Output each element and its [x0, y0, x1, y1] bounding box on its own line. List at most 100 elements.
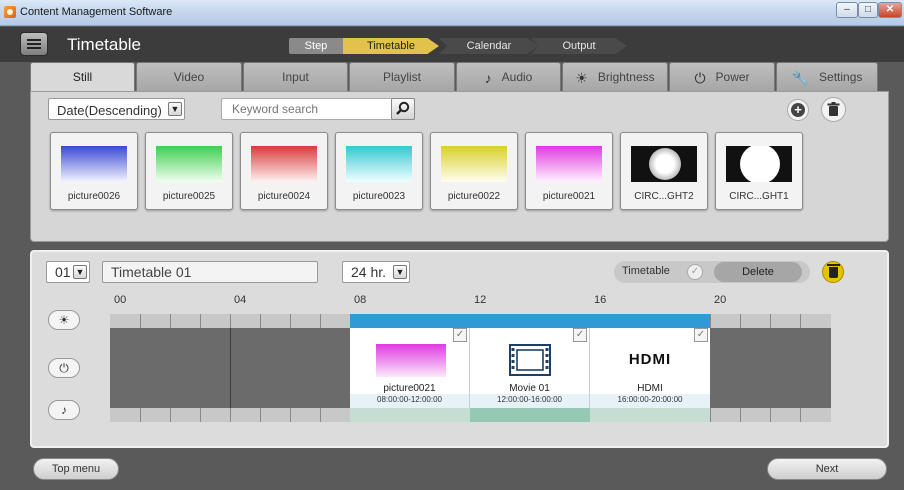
window-title-bar: Content Management Software – □ ✕	[0, 0, 904, 26]
block-name: HDMI	[637, 383, 663, 394]
ruler-tick	[170, 408, 171, 422]
hour-label: 04	[234, 294, 247, 306]
ruler-tick	[800, 314, 801, 328]
hour-label: 00	[114, 294, 127, 306]
tab-input[interactable]: Input	[243, 62, 348, 91]
thumbnail-item[interactable]: CIRC...GHT2	[620, 132, 708, 210]
timetable-toggle-label: Timetable	[622, 265, 670, 277]
brightness-row-button[interactable]: ☀	[48, 310, 80, 330]
top-menu-button[interactable]: Top menu	[33, 458, 119, 480]
tab-still[interactable]: Still	[30, 62, 135, 93]
thumbnail-image	[441, 146, 507, 182]
trash-icon[interactable]	[822, 261, 844, 283]
tab-brightness[interactable]: ☀ Brightness	[562, 62, 668, 91]
thumbnail-image	[726, 146, 792, 182]
thumbnail-caption: picture0026	[67, 191, 121, 202]
search-icon	[396, 101, 410, 115]
thumbnail-item[interactable]: CIRC...GHT1	[715, 132, 803, 210]
trash-icon	[827, 102, 840, 116]
ruler-tick	[200, 314, 201, 328]
thumbnail-caption: picture0021	[542, 191, 596, 202]
block-time: 12:00:00-16:00:00	[470, 394, 589, 408]
search-box	[221, 98, 415, 120]
delete-content-button[interactable]	[821, 97, 846, 122]
hour-label: 08	[354, 294, 367, 306]
ruler-tick	[320, 408, 321, 422]
schedule-block[interactable]: ✓ HDMI HDMI 16:00:00-20:00:00	[590, 328, 710, 408]
window-title: Content Management Software	[20, 6, 173, 18]
search-button[interactable]	[391, 98, 415, 120]
delete-button[interactable]: Delete	[714, 262, 802, 282]
schedule-block[interactable]: ✓ Movie 01 12:00:00-16:00:00	[470, 328, 590, 408]
thumbnail-item[interactable]: picture0024	[240, 132, 328, 210]
block-thumbnail	[376, 344, 446, 377]
step-label: Step	[289, 38, 343, 54]
sort-select[interactable]: Date(Descending) ▼	[48, 98, 185, 120]
thumbnail-caption: CIRC...GHT1	[729, 191, 789, 202]
step-output[interactable]: Output	[531, 38, 627, 54]
ruler-tick	[260, 408, 261, 422]
power-icon: ⏻	[694, 69, 706, 86]
ruler-tick	[170, 314, 171, 328]
film-icon	[509, 344, 551, 376]
close-button[interactable]: ✕	[878, 2, 902, 18]
minimize-button[interactable]: –	[836, 2, 858, 18]
thumbnail-image	[251, 146, 317, 182]
ruler-tick	[260, 314, 261, 328]
plus-icon: +	[791, 103, 805, 117]
ruler-tick	[740, 314, 741, 328]
add-button[interactable]: +	[787, 99, 809, 121]
bottom-highlight-bar	[350, 408, 710, 422]
hour-label: 16	[594, 294, 607, 306]
chevron-down-icon: ▼	[168, 102, 182, 116]
ruler-tick	[710, 408, 711, 422]
block-time: 08:00:00-12:00:00	[350, 394, 469, 408]
ruler-tick	[800, 408, 801, 422]
tab-video[interactable]: Video	[136, 62, 242, 91]
schedule-block[interactable]: ✓ picture0021 08:00:00-12:00:00	[350, 328, 470, 408]
tab-settings[interactable]: 🔧 Settings	[776, 62, 878, 91]
ruler-tick	[710, 314, 711, 328]
hdmi-icon: HDMI	[628, 351, 672, 368]
ruler-tick	[200, 408, 201, 422]
ruler-tick	[740, 408, 741, 422]
search-input[interactable]	[222, 99, 414, 119]
audio-row-button[interactable]: ♪	[48, 400, 80, 420]
chevron-down-icon: ▼	[73, 265, 87, 279]
selection-bar	[350, 314, 710, 328]
power-icon: ⏻	[59, 361, 69, 375]
chevron-down-icon: ▼	[393, 265, 407, 279]
check-icon: ✓	[687, 264, 703, 280]
thumbnail-image	[61, 146, 127, 182]
thumbnail-item[interactable]: picture0022	[430, 132, 518, 210]
block-checkbox[interactable]: ✓	[453, 328, 467, 342]
ruler-tick	[770, 314, 771, 328]
block-checkbox[interactable]: ✓	[694, 328, 708, 342]
hamburger-menu-button[interactable]	[20, 32, 48, 56]
time-range-select[interactable]: 24 hr. ▼	[342, 261, 410, 283]
timetable-number-select[interactable]: 01 ▼	[46, 261, 90, 283]
step-calendar[interactable]: Calendar	[439, 38, 539, 54]
next-button[interactable]: Next	[767, 458, 887, 480]
maximize-button[interactable]: □	[858, 2, 878, 18]
power-row-button[interactable]: ⏻	[48, 358, 80, 378]
thumbnail-item[interactable]: picture0021	[525, 132, 613, 210]
ruler-tick	[230, 408, 231, 422]
note-icon: ♪	[61, 403, 67, 417]
tab-playlist[interactable]: Playlist	[349, 62, 455, 91]
block-checkbox[interactable]: ✓	[573, 328, 587, 342]
ruler-tick	[290, 314, 291, 328]
app-icon	[4, 6, 16, 18]
tab-audio[interactable]: ♪ Audio	[456, 62, 561, 91]
thumbnail-image	[631, 146, 697, 182]
thumbnail-item[interactable]: picture0026	[50, 132, 138, 210]
thumbnail-item[interactable]: picture0023	[335, 132, 423, 210]
tab-power[interactable]: ⏻ Power	[669, 62, 775, 91]
content-panel: Date(Descending) ▼ + picture0026 picture…	[30, 91, 889, 242]
thumbnail-caption: CIRC...GHT2	[634, 191, 694, 202]
note-icon: ♪	[484, 69, 492, 86]
timeline-grid[interactable]: ✓ picture0021 08:00:00-12:00:00 ✓ Movie …	[110, 314, 831, 422]
timetable-name-field[interactable]: Timetable 01	[102, 261, 318, 283]
thumbnail-item[interactable]: picture0025	[145, 132, 233, 210]
step-timetable[interactable]: Timetable	[343, 38, 439, 54]
